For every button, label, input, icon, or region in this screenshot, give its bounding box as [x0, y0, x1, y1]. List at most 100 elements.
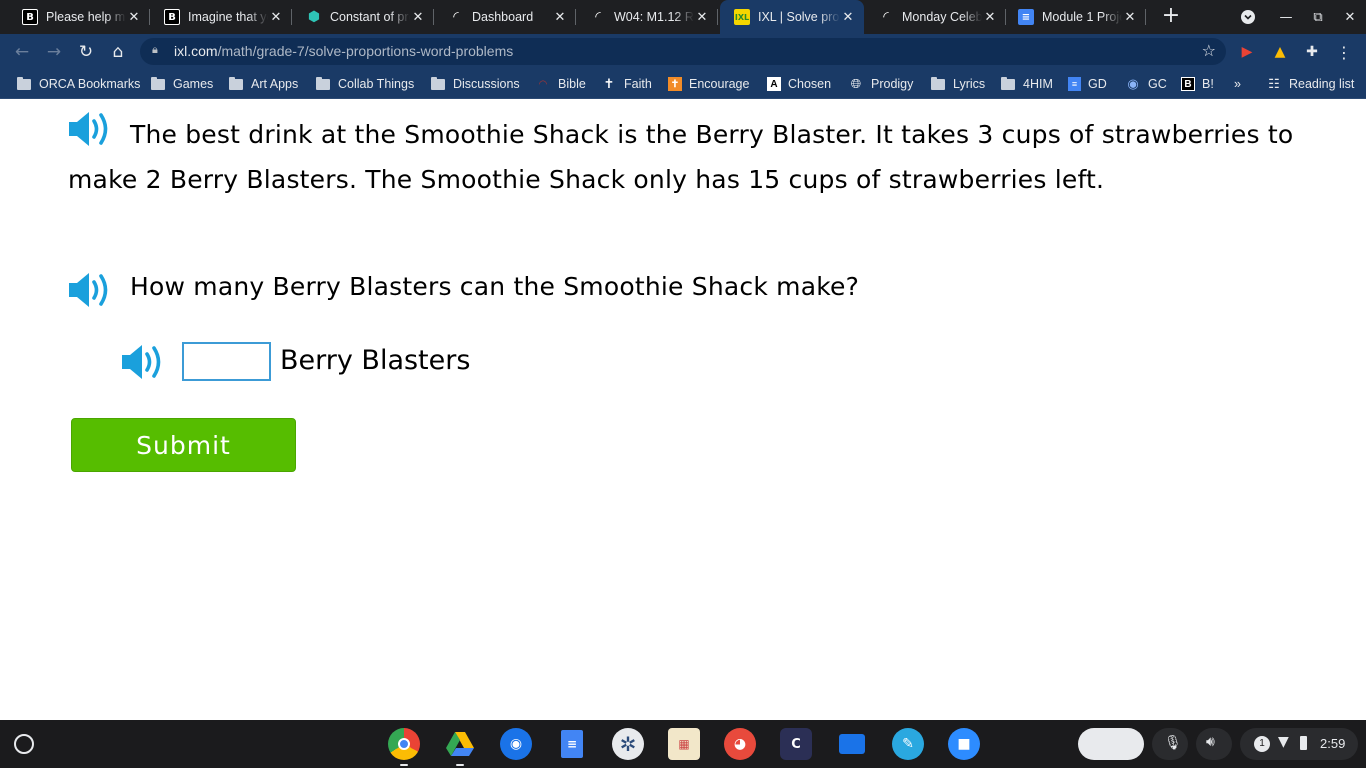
reading-list-button[interactable]: ☷ Reading list: [1266, 75, 1354, 93]
tab-w04[interactable]: ◜ W04: M1.12 Review ✕: [576, 0, 718, 34]
bookmark-gc[interactable]: ◉ GC: [1125, 75, 1166, 93]
bookmarks-overflow-button[interactable]: »: [1234, 75, 1241, 93]
reading-list-icon: ☷: [1268, 76, 1280, 91]
bookmark-lyrics[interactable]: Lyrics: [930, 75, 985, 93]
bookmark-b[interactable]: B B!: [1181, 75, 1214, 93]
close-icon[interactable]: ✕: [552, 10, 568, 25]
tab-please-help[interactable]: B Please help me ✕: [8, 0, 150, 34]
tab-search-icon[interactable]: [1233, 0, 1263, 34]
bookmark-orca[interactable]: ORCA Bookmarks: [16, 75, 140, 93]
mic-icon[interactable]: 🎙︎: [1152, 728, 1188, 760]
paint-icon[interactable]: ◕: [724, 728, 756, 760]
chromeos-shelf: ◉ ≡ ✲ ▦ ◕ C ✎ ■ 🎙︎ 🔊︎ 1 ▼ 2:59: [0, 720, 1366, 768]
tab-title: Imagine that you: [188, 10, 268, 24]
answer-input[interactable]: [182, 342, 271, 381]
zoom-icon[interactable]: ■: [948, 728, 980, 760]
speaker-icon[interactable]: [67, 271, 113, 309]
tab-ixl[interactable]: IXL IXL | Solve proportions ✕: [720, 0, 864, 34]
bookmark-collab[interactable]: Collab Things: [315, 75, 414, 93]
bookmark-bible[interactable]: ◠ Bible: [535, 75, 586, 93]
bookmark-games[interactable]: Games: [150, 75, 213, 93]
close-icon[interactable]: ✕: [694, 10, 710, 25]
sketch-icon[interactable]: ✎: [892, 728, 924, 760]
bookmarks-bar: ORCA Bookmarks Games Art Apps Collab Thi…: [0, 69, 1366, 99]
ixl-question-area: The best drink at the Smoothie Shack is …: [0, 100, 1366, 720]
brainly-b-icon: B: [164, 9, 180, 25]
encourage-icon: ✝: [668, 77, 682, 91]
files-icon[interactable]: [836, 728, 868, 760]
bookmark-chosen[interactable]: A Chosen: [767, 75, 831, 93]
minimize-icon[interactable]: —: [1271, 0, 1301, 34]
tab-module1[interactable]: ≡ Module 1 Project ✕: [1004, 0, 1146, 34]
chosen-icon: A: [767, 77, 781, 91]
tab-strip: B Please help me ✕ B Imagine that you ✕ …: [0, 0, 1366, 34]
canvas-icon: ◜: [453, 9, 459, 25]
bookmark-faith[interactable]: ✝ Faith: [601, 75, 652, 93]
restore-icon[interactable]: ⧉: [1303, 0, 1333, 34]
bookmark-gd[interactable]: ≡ GD: [1068, 75, 1107, 93]
url-text[interactable]: ixl.com/math/grade-7/solve-proportions-w…: [174, 43, 513, 59]
tab-dashboard[interactable]: ◜ Dashboard ✕: [434, 0, 576, 34]
bookmark-art-apps[interactable]: Art Apps: [228, 75, 298, 93]
classroom-icon[interactable]: ▦: [668, 728, 700, 760]
back-icon[interactable]: ←: [9, 39, 35, 65]
close-icon[interactable]: ✕: [840, 10, 856, 25]
bookmark-discussions[interactable]: Discussions: [430, 75, 520, 93]
camera-icon[interactable]: ◉: [500, 728, 532, 760]
ixl-icon: IXL: [734, 9, 750, 25]
tab-title: Constant of proportionality: [330, 10, 410, 24]
browser-toolbar: ← → ↻ ⌂ 🔒︎ ixl.com/math/grade-7/solve-pr…: [0, 34, 1366, 69]
home-icon[interactable]: ⌂: [105, 39, 131, 65]
folder-icon: [315, 76, 331, 91]
answer-unit-label: Berry Blasters: [280, 345, 471, 376]
canvas-icon: ◜: [883, 9, 889, 25]
docs-icon: ≡: [1068, 77, 1081, 91]
address-bar[interactable]: 🔒︎ ixl.com/math/grade-7/solve-proportion…: [140, 38, 1226, 65]
extensions-puzzle-icon[interactable]: ✚: [1302, 42, 1322, 62]
question-prompt: How many Berry Blasters can the Smoothie…: [130, 272, 860, 301]
folder-icon: [150, 76, 166, 91]
bookmark-prodigy[interactable]: 🌐︎ Prodigy: [848, 75, 914, 93]
canvas-app-icon[interactable]: ✲: [612, 728, 644, 760]
submit-button[interactable]: Submit: [71, 418, 296, 472]
wifi-icon: ▼: [1278, 734, 1289, 750]
notification-badge: 1: [1254, 736, 1270, 752]
tab-title: Monday Celebration: [902, 10, 982, 24]
new-tab-button[interactable]: +: [1158, 4, 1184, 30]
folder-icon: [430, 76, 446, 91]
launcher-icon[interactable]: [14, 734, 34, 754]
tab-monday[interactable]: ◜ Monday Celebration ✕: [864, 0, 1006, 34]
globe-icon: 🌐︎: [850, 76, 862, 91]
screencast-extension-icon[interactable]: ▶: [1237, 42, 1257, 62]
question-paragraph: The best drink at the Smoothie Shack is …: [68, 120, 1294, 194]
bookmark-encourage[interactable]: ✝ Encourage: [668, 75, 749, 93]
bookmark-4him[interactable]: 4HIM: [1000, 75, 1053, 93]
drive-extension-icon[interactable]: ▲: [1270, 42, 1290, 62]
reload-icon[interactable]: ↻: [73, 39, 99, 65]
cross-icon: ✝: [603, 76, 615, 91]
forward-icon[interactable]: →: [41, 39, 67, 65]
lock-icon: 🔒︎: [152, 43, 158, 56]
bookmark-star-icon[interactable]: ☆: [1202, 41, 1216, 60]
close-icon[interactable]: ✕: [126, 10, 142, 25]
tab-imagine[interactable]: B Imagine that you ✕: [150, 0, 292, 34]
chrome-icon[interactable]: [388, 728, 420, 766]
bible-icon: ◠: [538, 78, 548, 90]
docs-icon[interactable]: ≡: [556, 728, 588, 760]
menu-kebab-icon[interactable]: ⋮: [1334, 42, 1354, 62]
close-window-icon[interactable]: ✕: [1335, 0, 1365, 34]
system-tray[interactable]: 1 ▼ 2:59: [1240, 728, 1358, 760]
close-icon[interactable]: ✕: [268, 10, 284, 25]
close-icon[interactable]: ✕: [982, 10, 998, 25]
close-icon[interactable]: ✕: [1122, 10, 1138, 25]
folder-icon: [1000, 76, 1016, 91]
close-icon[interactable]: ✕: [410, 10, 426, 25]
speaker-icon[interactable]: [120, 343, 166, 381]
tab-constant[interactable]: ⬢ Constant of proportionality ✕: [292, 0, 434, 34]
volume-icon[interactable]: 🔊︎: [1196, 728, 1232, 760]
codio-icon[interactable]: C: [780, 728, 812, 760]
folder-icon: [228, 76, 244, 91]
folder-icon: [16, 76, 32, 91]
tote-thumbnail[interactable]: [1078, 728, 1144, 760]
drive-icon[interactable]: [444, 728, 476, 766]
